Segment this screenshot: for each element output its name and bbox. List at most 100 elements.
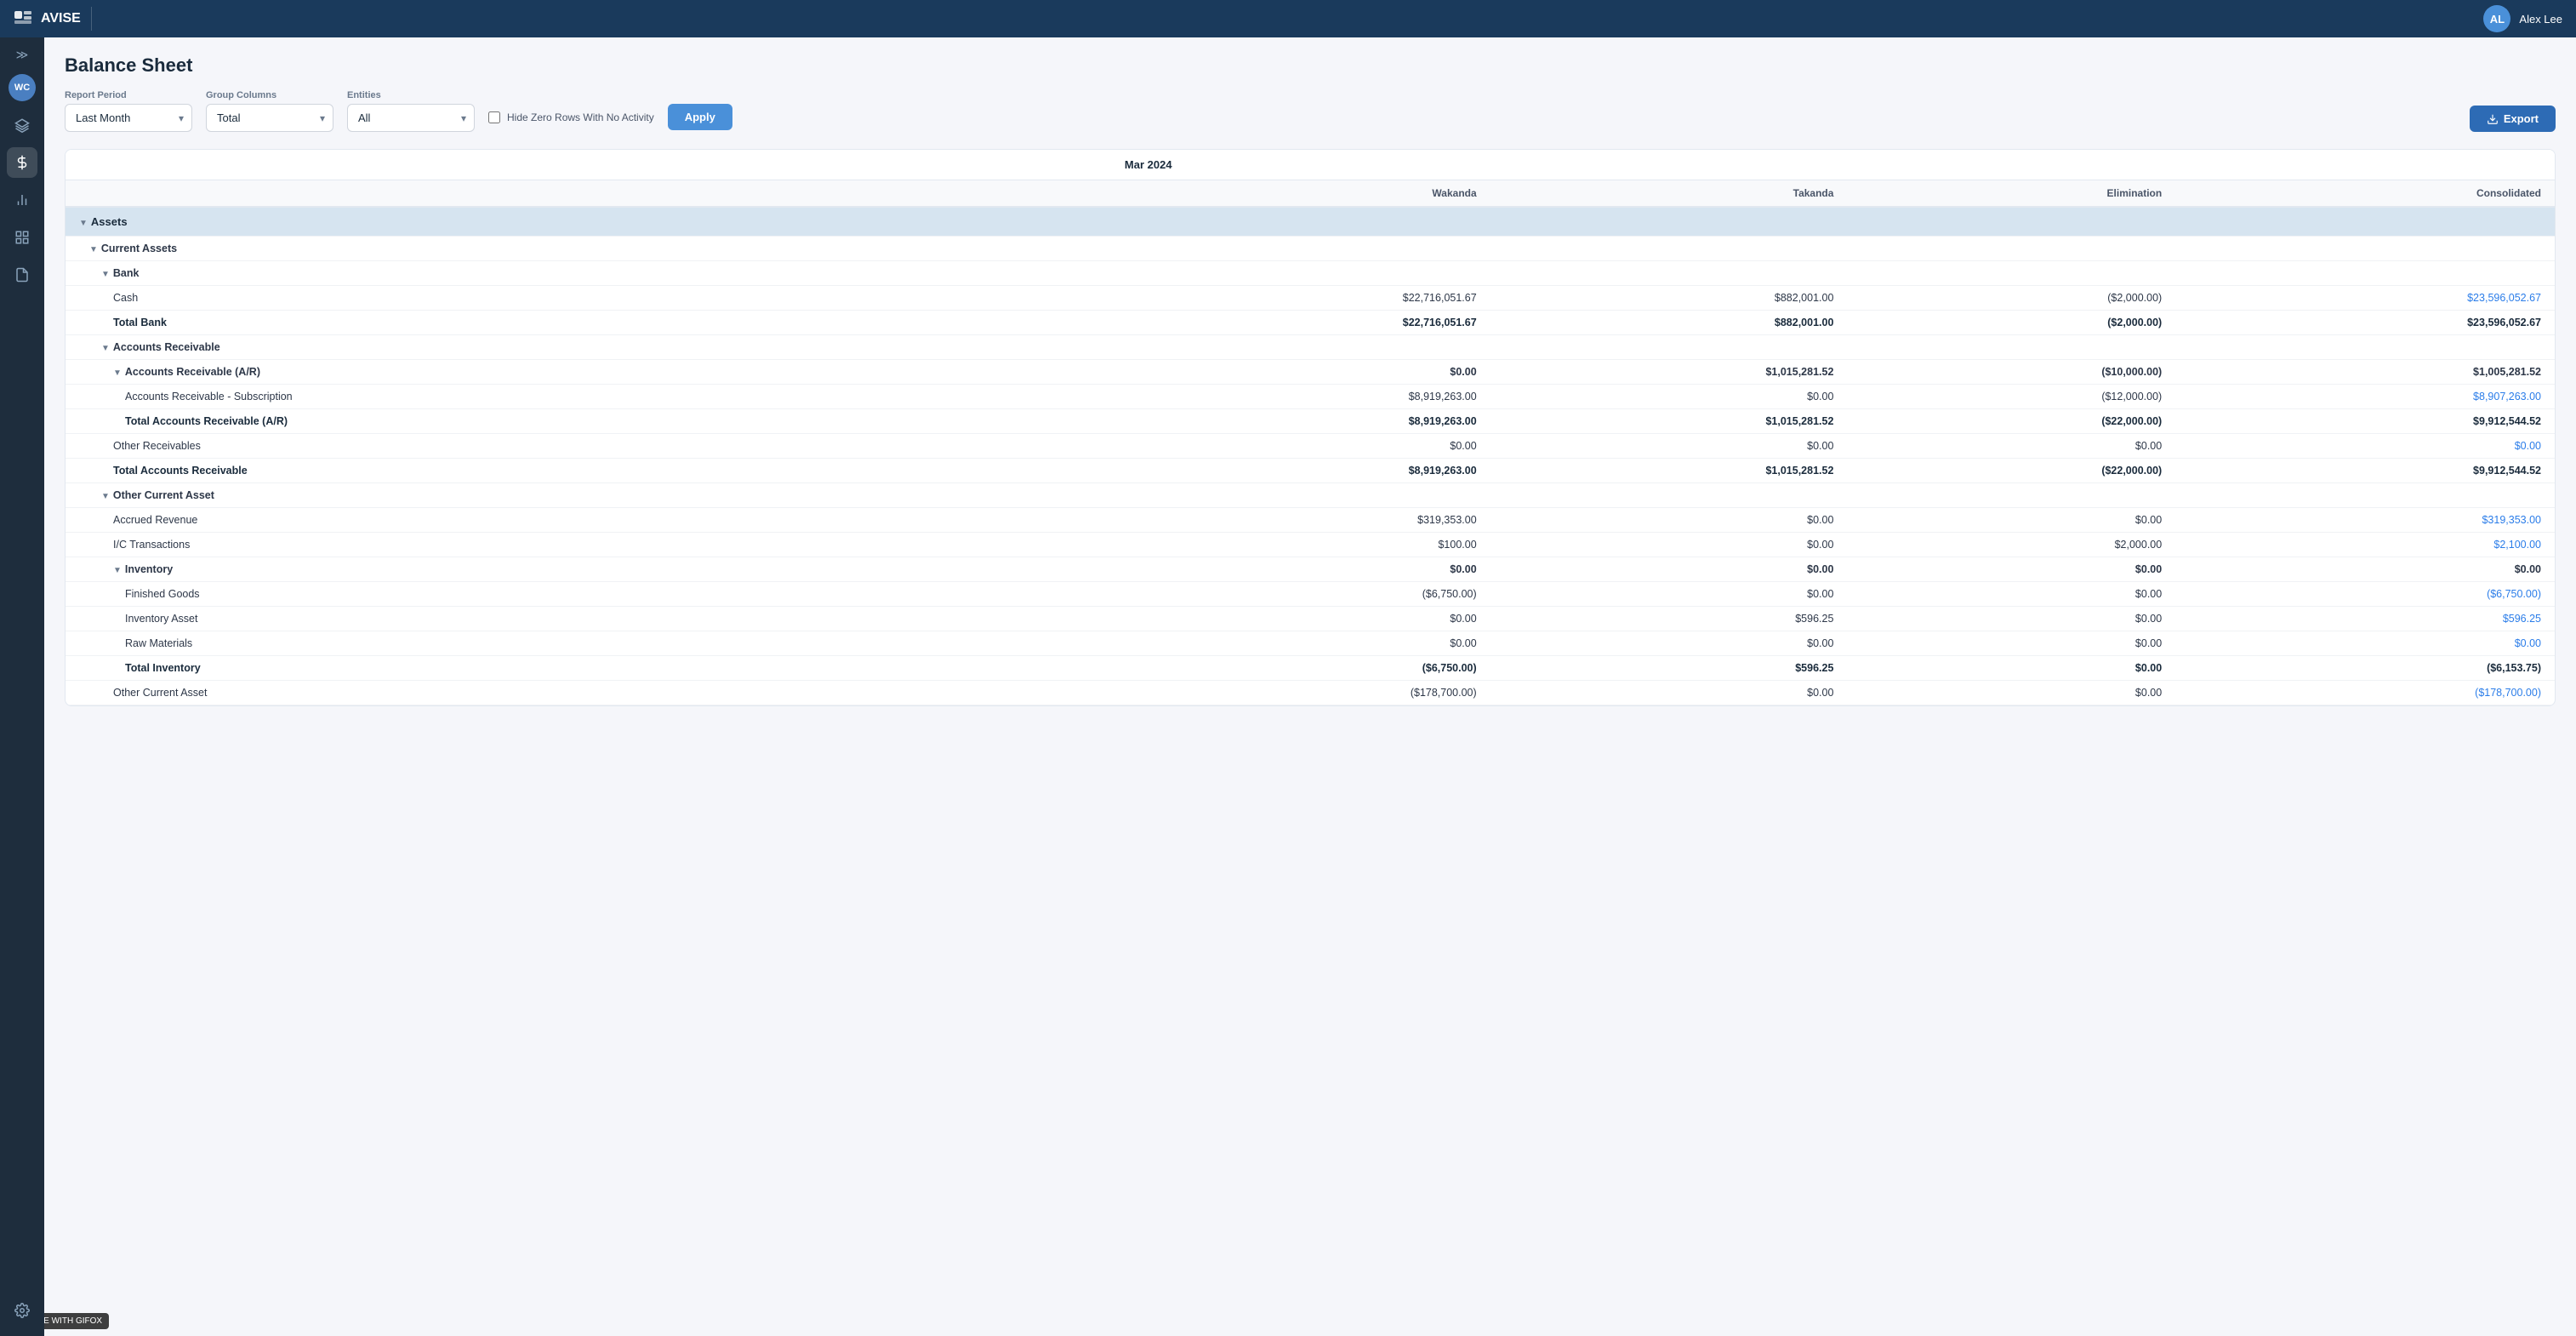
row-takanda: $0.00 — [1490, 434, 1848, 459]
row-elimination: ($22,000.00) — [1847, 459, 2175, 483]
sidebar-avatar-item[interactable]: WC — [7, 72, 37, 103]
sidebar-item-balance[interactable] — [7, 147, 37, 178]
entities-label: Entities — [347, 90, 475, 100]
row-takanda: $0.00 — [1490, 631, 1848, 656]
row-elimination: $0.00 — [1847, 631, 2175, 656]
report-period-select[interactable]: Last Month This Month Last Quarter This … — [65, 104, 192, 132]
export-button[interactable]: Export — [2470, 106, 2556, 132]
hide-zero-group: Hide Zero Rows With No Activity — [488, 111, 654, 132]
row-consolidated: $0.00 — [2175, 557, 2555, 582]
hide-zero-checkbox[interactable] — [488, 111, 500, 123]
export-icon — [2487, 113, 2499, 125]
row-label: Accrued Revenue — [66, 508, 1111, 533]
row-elimination: $0.00 — [1847, 508, 2175, 533]
entities-select-wrapper: All Wakanda Takanda — [347, 104, 475, 132]
table-row: ▼Inventory $0.00 $0.00 $0.00 $0.00 — [66, 557, 2555, 582]
apply-button[interactable]: Apply — [668, 104, 732, 130]
row-consolidated: $1,005,281.52 — [2175, 360, 2555, 385]
nav-left: AVISE — [14, 7, 92, 31]
date-header: Mar 2024 — [1111, 150, 2555, 180]
row-takanda: $0.00 — [1490, 557, 1848, 582]
table-row: ▼Bank — [66, 261, 2555, 286]
row-takanda: $1,015,281.52 — [1490, 409, 1848, 434]
column-header-row: Wakanda Takanda Elimination Consolidated — [66, 180, 2555, 208]
table-row: Total Accounts Receivable $8,919,263.00 … — [66, 459, 2555, 483]
row-wakanda — [1111, 483, 1490, 508]
entities-select[interactable]: All Wakanda Takanda — [347, 104, 475, 132]
row-chevron: ▼ — [113, 566, 122, 575]
report-period-label: Report Period — [65, 90, 192, 100]
row-label: Total Accounts Receivable (A/R) — [66, 409, 1111, 434]
row-consolidated: ($6,153.75) — [2175, 656, 2555, 681]
row-consolidated: $0.00 — [2175, 631, 2555, 656]
row-consolidated: $23,596,052.67 — [2175, 311, 2555, 335]
row-takanda: $596.25 — [1490, 656, 1848, 681]
row-wakanda: ($178,700.00) — [1111, 681, 1490, 705]
row-label: Inventory Asset — [66, 607, 1111, 631]
row-consolidated: $23,596,052.67 — [2175, 286, 2555, 311]
table-row: ▼Accounts Receivable (A/R) $0.00 $1,015,… — [66, 360, 2555, 385]
table-row: Accounts Receivable - Subscription $8,91… — [66, 385, 2555, 409]
table-row: Total Inventory ($6,750.00) $596.25 $0.0… — [66, 656, 2555, 681]
report-period-group: Report Period Last Month This Month Last… — [65, 90, 192, 132]
row-takanda: $0.00 — [1490, 681, 1848, 705]
table-row: Finished Goods ($6,750.00) $0.00 $0.00 (… — [66, 582, 2555, 607]
row-consolidated: $596.25 — [2175, 607, 2555, 631]
col-takanda: Takanda — [1490, 180, 1848, 208]
filters-row: Report Period Last Month This Month Last… — [65, 90, 2556, 132]
row-wakanda: $8,919,263.00 — [1111, 385, 1490, 409]
row-takanda: $882,001.00 — [1490, 311, 1848, 335]
table-row: I/C Transactions $100.00 $0.00 $2,000.00… — [66, 533, 2555, 557]
row-elimination: $0.00 — [1847, 582, 2175, 607]
hide-zero-label[interactable]: Hide Zero Rows With No Activity — [507, 111, 654, 123]
row-elimination: $0.00 — [1847, 681, 2175, 705]
row-elimination: $0.00 — [1847, 607, 2175, 631]
row-elimination — [1847, 261, 2175, 286]
row-elimination: $0.00 — [1847, 656, 2175, 681]
row-elimination — [1847, 483, 2175, 508]
row-takanda — [1490, 335, 1848, 360]
row-elimination: ($22,000.00) — [1847, 409, 2175, 434]
row-wakanda — [1111, 237, 1490, 261]
row-label: Other Current Asset — [66, 681, 1111, 705]
row-label: ▼Inventory — [66, 557, 1111, 582]
sidebar-item-doc[interactable] — [7, 260, 37, 290]
sidebar-item-scale[interactable] — [7, 110, 37, 140]
main-content: Balance Sheet Report Period Last Month T… — [44, 37, 2576, 1336]
sidebar-item-grid[interactable] — [7, 222, 37, 253]
row-label: ▼Bank — [66, 261, 1111, 286]
table-row: Raw Materials $0.00 $0.00 $0.00 $0.00 — [66, 631, 2555, 656]
table-body: ▼Assets ▼Current Assets ▼Bank Cash $22,7… — [66, 207, 2555, 705]
row-wakanda: $0.00 — [1111, 557, 1490, 582]
user-name: Alex Lee — [2519, 13, 2562, 26]
row-elimination: $0.00 — [1847, 557, 2175, 582]
table-row: ▼Accounts Receivable — [66, 335, 2555, 360]
empty-header — [66, 150, 1111, 180]
sidebar-item-settings[interactable] — [7, 1295, 37, 1326]
row-consolidated: ($178,700.00) — [2175, 681, 2555, 705]
section-header-assets: ▼Assets — [66, 207, 2555, 237]
row-consolidated — [2175, 261, 2555, 286]
row-wakanda: $100.00 — [1111, 533, 1490, 557]
sidebar-user-avatar: WC — [9, 74, 36, 101]
table-row: Other Receivables $0.00 $0.00 $0.00 $0.0… — [66, 434, 2555, 459]
row-chevron: ▼ — [89, 245, 98, 254]
row-chevron: ▼ — [101, 492, 110, 501]
group-columns-select[interactable]: Total Monthly Quarterly — [206, 104, 333, 132]
row-label: Total Bank — [66, 311, 1111, 335]
app-logo: AVISE — [14, 10, 81, 27]
row-wakanda: $22,716,051.67 — [1111, 286, 1490, 311]
table-row: Inventory Asset $0.00 $596.25 $0.00 $596… — [66, 607, 2555, 631]
row-chevron: ▼ — [113, 368, 122, 378]
user-avatar[interactable]: AL — [2483, 5, 2510, 32]
row-consolidated — [2175, 483, 2555, 508]
table-row: Total Accounts Receivable (A/R) $8,919,2… — [66, 409, 2555, 434]
row-takanda: $0.00 — [1490, 533, 1848, 557]
row-takanda: $1,015,281.52 — [1490, 360, 1848, 385]
row-takanda — [1490, 261, 1848, 286]
row-consolidated: $0.00 — [2175, 434, 2555, 459]
sidebar-item-chart[interactable] — [7, 185, 37, 215]
row-label: ▼Accounts Receivable — [66, 335, 1111, 360]
sidebar-expand-icon[interactable]: ≫ — [16, 48, 29, 62]
table-row: Other Current Asset ($178,700.00) $0.00 … — [66, 681, 2555, 705]
